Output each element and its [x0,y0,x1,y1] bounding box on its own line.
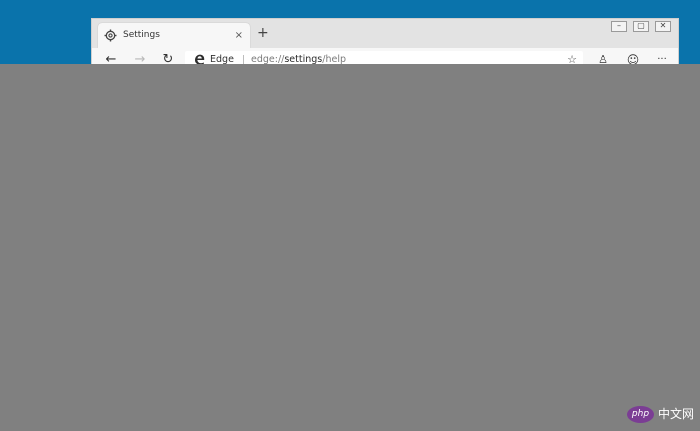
gear-icon [104,29,117,42]
watermark-text: 中文网 [657,407,694,421]
tab-close-button[interactable]: × [235,29,243,42]
window-controls: – ▢ ✕ [611,21,671,32]
minimize-icon: – [617,21,621,30]
gray-overlay: php 中文网 [0,64,700,431]
tab-settings[interactable]: Settings × [98,23,250,48]
maximize-button[interactable]: ▢ [633,21,649,32]
title-bar: Settings × + – ▢ ✕ [92,19,678,48]
watermark-logo: php [626,405,654,423]
close-icon: ✕ [659,21,667,30]
new-tab-button[interactable]: + [257,26,269,40]
close-button[interactable]: ✕ [655,21,671,32]
watermark: php 中文网 [626,404,694,424]
minimize-button[interactable]: – [611,21,627,32]
tab-title: Settings [123,30,160,40]
maximize-icon: ▢ [637,21,645,30]
